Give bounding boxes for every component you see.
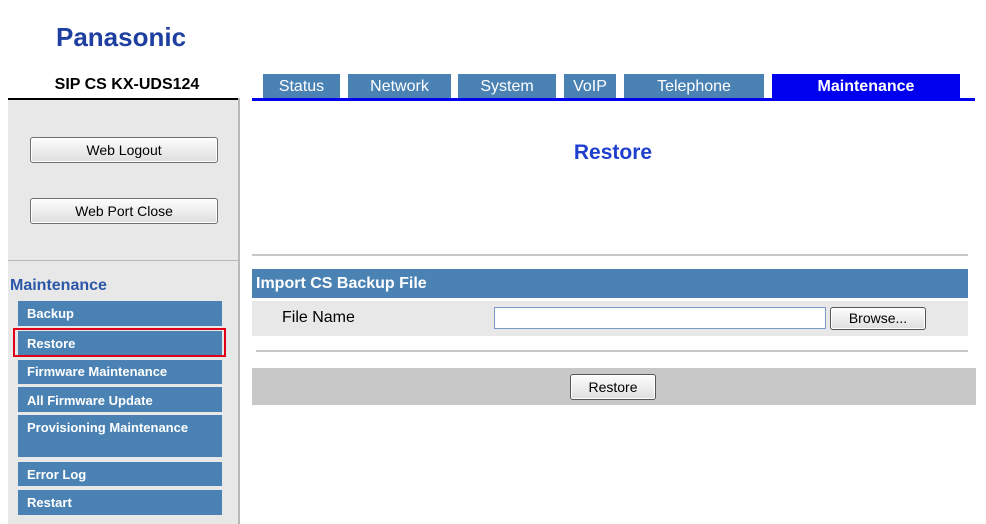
tab-system[interactable]: System bbox=[458, 74, 556, 98]
action-bar: Restore bbox=[252, 368, 976, 405]
web-logout-button[interactable]: Web Logout bbox=[30, 137, 218, 163]
tab-network[interactable]: Network bbox=[348, 74, 451, 98]
sidebar-divider bbox=[8, 260, 238, 261]
brand-logo: Panasonic bbox=[56, 22, 187, 52]
sidebar-item-provisioning-maintenance[interactable]: Provisioning Maintenance bbox=[18, 415, 222, 457]
page-title: Restore bbox=[573, 141, 653, 164]
sidebar-item-restart[interactable]: Restart bbox=[18, 490, 222, 515]
tab-status[interactable]: Status bbox=[263, 74, 340, 98]
section-header-import-backup: Import CS Backup File bbox=[252, 269, 968, 298]
selected-item-highlight bbox=[13, 328, 226, 357]
restore-button[interactable]: Restore bbox=[570, 374, 656, 400]
file-name-row: File Name Browse... bbox=[252, 301, 968, 336]
tab-voip[interactable]: VoIP bbox=[564, 74, 616, 98]
file-name-label: File Name bbox=[282, 309, 355, 326]
sidebar-item-error-log[interactable]: Error Log bbox=[18, 462, 222, 486]
browse-button[interactable]: Browse... bbox=[830, 307, 926, 330]
sidebar-item-all-firmware-update[interactable]: All Firmware Update bbox=[18, 387, 222, 412]
main-tab-bar: Status Network System VoIP Telephone Mai… bbox=[252, 74, 975, 101]
tab-telephone[interactable]: Telephone bbox=[624, 74, 764, 98]
form-divider bbox=[256, 350, 968, 352]
sidebar-item-backup[interactable]: Backup bbox=[18, 301, 222, 326]
file-name-input[interactable] bbox=[494, 307, 826, 329]
tab-maintenance[interactable]: Maintenance bbox=[772, 74, 960, 98]
title-divider bbox=[252, 254, 968, 256]
sidebar-menu-title: Maintenance bbox=[10, 277, 107, 294]
web-port-close-button[interactable]: Web Port Close bbox=[30, 198, 218, 224]
sidebar-item-firmware-maintenance[interactable]: Firmware Maintenance bbox=[18, 360, 222, 384]
sidebar: Web Logout Web Port Close Maintenance Ba… bbox=[8, 100, 238, 524]
device-name: SIP CS KX-UDS124 bbox=[54, 76, 200, 93]
